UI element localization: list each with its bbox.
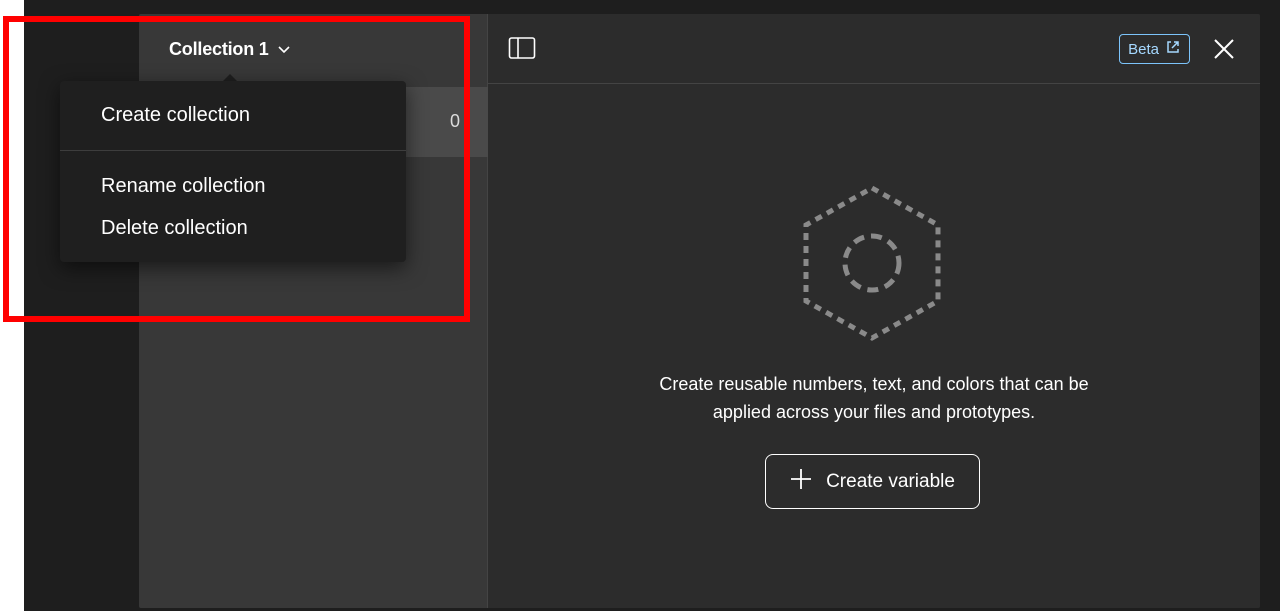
create-variable-button[interactable]: Create variable — [765, 454, 980, 509]
empty-state-text: Create reusable numbers, text, and color… — [488, 370, 1260, 426]
topbar: Beta — [488, 14, 1260, 84]
empty-state-line2: applied across your files and prototypes… — [712, 402, 1036, 422]
plus-icon — [790, 468, 812, 496]
collection-title[interactable]: Collection 1 — [169, 39, 269, 60]
hexagon-variable-icon — [802, 184, 942, 342]
main-panel: Beta Create reusable numbers, text, and … — [488, 14, 1260, 608]
left-edge-strip — [0, 0, 24, 611]
collection-menu: Create collection Rename collection Dele… — [60, 81, 406, 262]
collection-selector[interactable]: Collection 1 — [139, 14, 488, 84]
menu-item-rename-collection[interactable]: Rename collection — [60, 166, 406, 206]
screen: Collection 1 0 Beta Create reusable numb… — [0, 0, 1280, 611]
beta-label: Beta — [1128, 40, 1159, 58]
menu-divider — [60, 150, 406, 151]
menu-item-create-collection[interactable]: Create collection — [60, 95, 406, 135]
sidebar-toggle-icon[interactable] — [508, 36, 536, 60]
empty-state-line1: Create reusable numbers, text, and color… — [659, 374, 1089, 394]
beta-badge[interactable]: Beta — [1119, 34, 1190, 64]
create-variable-label: Create variable — [826, 470, 955, 492]
collection-count: 0 — [449, 111, 460, 131]
chevron-down-icon[interactable] — [277, 44, 291, 54]
menu-item-delete-collection[interactable]: Delete collection — [60, 208, 406, 248]
close-icon[interactable] — [1212, 37, 1236, 61]
external-link-icon — [1165, 39, 1181, 59]
